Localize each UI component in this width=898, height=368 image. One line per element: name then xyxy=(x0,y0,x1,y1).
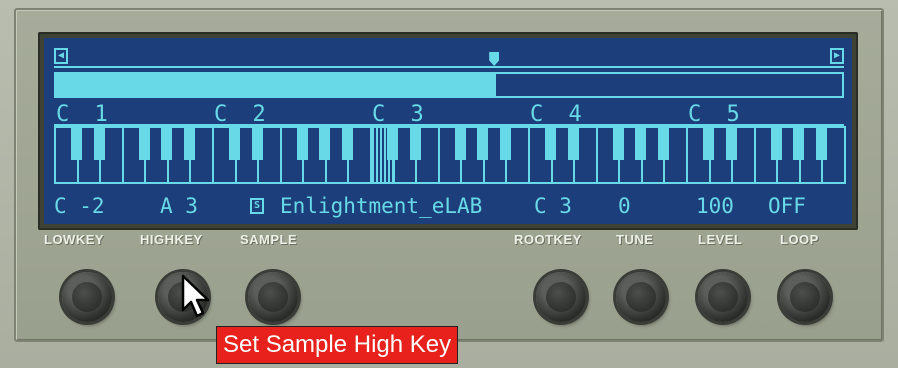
black-key[interactable] xyxy=(499,126,511,160)
black-key[interactable] xyxy=(545,126,557,160)
black-key[interactable] xyxy=(409,126,421,160)
lowkey-label: LOWKEY xyxy=(44,232,105,247)
black-key[interactable] xyxy=(477,126,489,160)
lcd-display: ◀ ▶ C 1 C 2 C 3 C 4 C 5 C -2 A 3 S Enlig… xyxy=(44,38,852,224)
black-key[interactable] xyxy=(161,126,173,160)
black-key[interactable] xyxy=(341,126,353,160)
black-key[interactable] xyxy=(454,126,466,160)
black-key[interactable] xyxy=(793,126,805,160)
black-key[interactable] xyxy=(387,126,399,160)
black-key[interactable] xyxy=(71,126,83,160)
scroll-right-icon[interactable]: ▶ xyxy=(830,48,844,64)
lcd-frame: ◀ ▶ C 1 C 2 C 3 C 4 C 5 C -2 A 3 S Enlig… xyxy=(38,32,858,230)
tune-value: 0 xyxy=(618,194,631,218)
black-key[interactable] xyxy=(635,126,647,160)
black-key[interactable] xyxy=(725,126,737,160)
rootkey-value: C 3 xyxy=(534,194,572,218)
loop-knob[interactable] xyxy=(780,272,830,322)
tooltip: Set Sample High Key xyxy=(216,326,459,364)
lowkey-knob[interactable] xyxy=(62,272,112,322)
sample-label: SAMPLE xyxy=(240,232,298,247)
lowkey-value: C -2 xyxy=(54,194,105,218)
rootkey-knob[interactable] xyxy=(536,272,586,322)
black-key[interactable] xyxy=(319,126,331,160)
sample-file-icon: S xyxy=(250,198,264,214)
level-knob[interactable] xyxy=(698,272,748,322)
range-track-line xyxy=(54,66,844,68)
black-key[interactable] xyxy=(657,126,669,160)
black-key[interactable] xyxy=(703,126,715,160)
black-key[interactable] xyxy=(567,126,579,160)
sampler-device: ◀ ▶ C 1 C 2 C 3 C 4 C 5 C -2 A 3 S Enlig… xyxy=(14,8,884,342)
range-marker-handle[interactable] xyxy=(489,52,500,66)
lcd-value-row: C -2 A 3 S Enlightment_eLAB C 3 0 100 OF… xyxy=(44,194,852,222)
key-map-keyboard[interactable] xyxy=(54,126,846,186)
black-key[interactable] xyxy=(251,126,263,160)
black-key[interactable] xyxy=(229,126,241,160)
level-label: LEVEL xyxy=(698,232,743,247)
level-value: 100 xyxy=(696,194,734,218)
black-key[interactable] xyxy=(296,126,308,160)
sample-name-value: Enlightment_eLAB xyxy=(280,194,483,218)
rootkey-label: ROOTKEY xyxy=(514,232,582,247)
tune-knob[interactable] xyxy=(616,272,666,322)
mouse-pointer-icon xyxy=(181,274,210,318)
black-key[interactable] xyxy=(612,126,624,160)
key-range-fill xyxy=(56,74,497,96)
black-key[interactable] xyxy=(770,126,782,160)
black-key[interactable] xyxy=(815,126,827,160)
highkey-label: HIGHKEY xyxy=(140,232,203,247)
loop-label: LOOP xyxy=(780,232,819,247)
loop-value: OFF xyxy=(768,194,806,218)
scroll-left-icon[interactable]: ◀ xyxy=(54,48,68,64)
sampler-panel: ◀ ▶ C 1 C 2 C 3 C 4 C 5 C -2 A 3 S Enlig… xyxy=(0,0,898,368)
black-key[interactable] xyxy=(138,126,150,160)
key-range-bar[interactable] xyxy=(54,72,844,98)
black-key[interactable] xyxy=(183,126,195,160)
sample-knob[interactable] xyxy=(248,272,298,322)
highkey-value: A 3 xyxy=(160,194,198,218)
black-key[interactable] xyxy=(93,126,105,160)
tune-label: TUNE xyxy=(616,232,654,247)
